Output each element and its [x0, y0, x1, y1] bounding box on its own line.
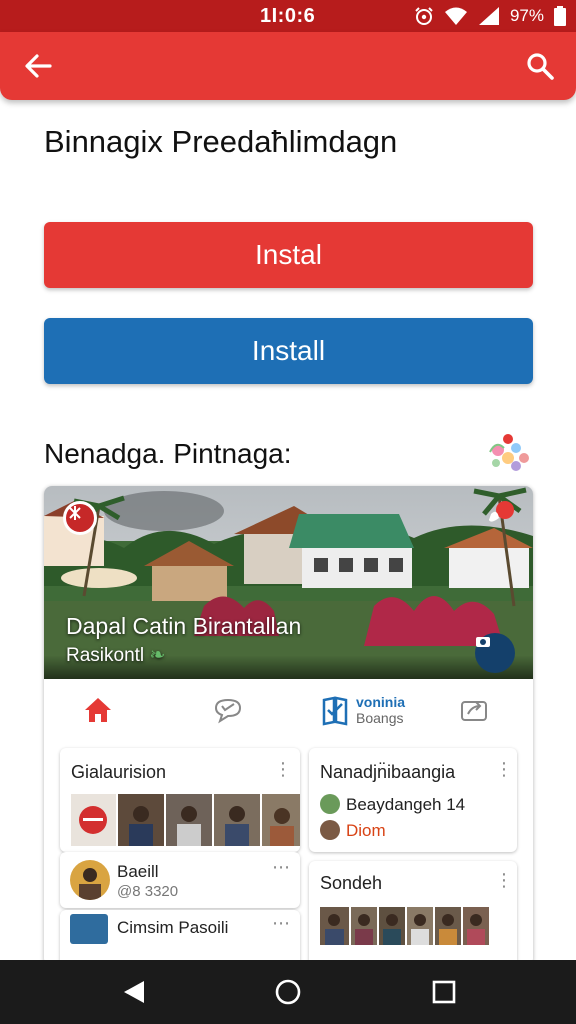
featured-title: Dapal Catin Birantallan — [66, 613, 302, 639]
install-primary-button[interactable]: Instal — [44, 222, 533, 288]
people-card-title: Sondeh — [320, 873, 383, 893]
featured-subtitle: Rasikontl ❧ — [66, 644, 165, 667]
more-horiz-icon[interactable]: ⋯ — [272, 914, 290, 932]
signal-icon — [478, 6, 500, 26]
book-icon — [322, 696, 348, 726]
nav-recents-button[interactable] — [428, 976, 460, 1008]
avatar — [70, 860, 110, 900]
info-row-highlight: Diom — [346, 821, 386, 840]
tab-library-sublabel: Boangs — [356, 710, 404, 726]
gallery-photo — [118, 794, 164, 846]
chat-icon — [214, 698, 242, 724]
page-title: Binnagix Preedaħlimdagn — [44, 124, 398, 159]
camera-icon — [476, 637, 490, 647]
leaf-icon: ❧ — [149, 645, 166, 666]
tab-home[interactable] — [82, 688, 114, 732]
person-photo — [379, 907, 405, 945]
share-icon — [461, 701, 487, 721]
status-bar: 1Ɩ:0:6 97% — [0, 0, 576, 32]
install-secondary-button[interactable]: Install — [44, 318, 533, 384]
camera-fab-button[interactable] — [475, 633, 515, 673]
featured-card[interactable]: Dapal Catin Birantallan Rasikontl ❧ voni… — [44, 486, 533, 966]
tab-library[interactable]: voninia Boangs — [320, 688, 405, 732]
alarm-icon — [414, 6, 434, 26]
search-icon — [527, 53, 554, 80]
hero-image[interactable]: Dapal Catin Birantallan Rasikontl ❧ — [44, 486, 533, 679]
back-triangle-icon — [124, 981, 144, 1003]
system-nav-bar — [0, 960, 576, 1024]
people-card[interactable]: Sondeh ⋮ — [309, 861, 517, 966]
status-icons: 97% — [414, 5, 566, 27]
person-photo — [320, 907, 349, 945]
more-vert-icon[interactable]: ⋮ — [495, 871, 513, 889]
info-card[interactable]: Nanadjn̈ibaangia ⋮ Beaydangeh 14 Diom — [309, 748, 517, 852]
nav-home-button[interactable] — [272, 976, 304, 1008]
battery-text: 97% — [509, 6, 544, 25]
gallery-photo — [262, 794, 300, 846]
back-arrow-icon — [25, 54, 52, 78]
list-item-title: Cimsim Pasoili — [117, 918, 229, 937]
list-item-meta: @8 3320 — [117, 883, 179, 900]
avatar — [320, 820, 340, 840]
list-item[interactable]: Cimsim Pasoili ⋯ — [60, 910, 300, 966]
flower-icon — [486, 430, 532, 474]
more-horiz-icon[interactable]: ⋯ — [272, 858, 290, 876]
gallery-card[interactable]: Gialaurision ⋮ — [60, 748, 300, 852]
featured-subtitle-text: Rasikontl — [66, 645, 145, 666]
thumbnail — [70, 914, 108, 944]
more-vert-icon[interactable]: ⋮ — [274, 760, 292, 778]
gallery-card-title: Gialaurision — [71, 762, 167, 782]
battery-icon — [554, 6, 566, 26]
list-item-title: Baeill — [117, 862, 159, 881]
back-button[interactable] — [20, 48, 56, 84]
list-item[interactable]: Baeill @8 3320 ⋯ — [60, 852, 300, 908]
people-photo-strip[interactable] — [320, 907, 489, 945]
more-vert-icon[interactable]: ⋮ — [495, 760, 513, 778]
gallery-photo — [166, 794, 212, 846]
nav-back-button[interactable] — [118, 976, 150, 1008]
tab-bar: voninia Boangs — [44, 682, 533, 742]
tab-chat[interactable] — [212, 688, 244, 732]
person-photo — [351, 907, 377, 945]
brand-badge-icon — [63, 501, 97, 535]
section-title: Nenadga. Pintnaga: — [44, 438, 292, 469]
search-button[interactable] — [522, 48, 558, 84]
app-bar — [0, 32, 576, 100]
recents-square-icon — [432, 980, 456, 1004]
home-circle-icon — [275, 979, 301, 1005]
tab-library-label: voninia — [356, 694, 406, 710]
tab-share[interactable] — [458, 688, 490, 732]
favorite-badge-icon[interactable] — [485, 500, 515, 530]
avatar — [320, 794, 340, 814]
info-card-title: Nanadjn̈ibaangia — [320, 762, 456, 782]
person-photo — [407, 907, 433, 945]
gallery-photo — [214, 794, 260, 846]
person-photo — [463, 907, 489, 945]
info-row: Beaydangeh 14 — [346, 795, 466, 814]
gallery-photo-strip[interactable] — [71, 794, 300, 846]
status-time: 1Ɩ:0:6 — [260, 5, 316, 27]
wifi-icon — [444, 6, 468, 26]
person-photo — [435, 907, 461, 945]
home-icon — [85, 698, 111, 722]
gallery-logo-photo — [71, 794, 116, 846]
